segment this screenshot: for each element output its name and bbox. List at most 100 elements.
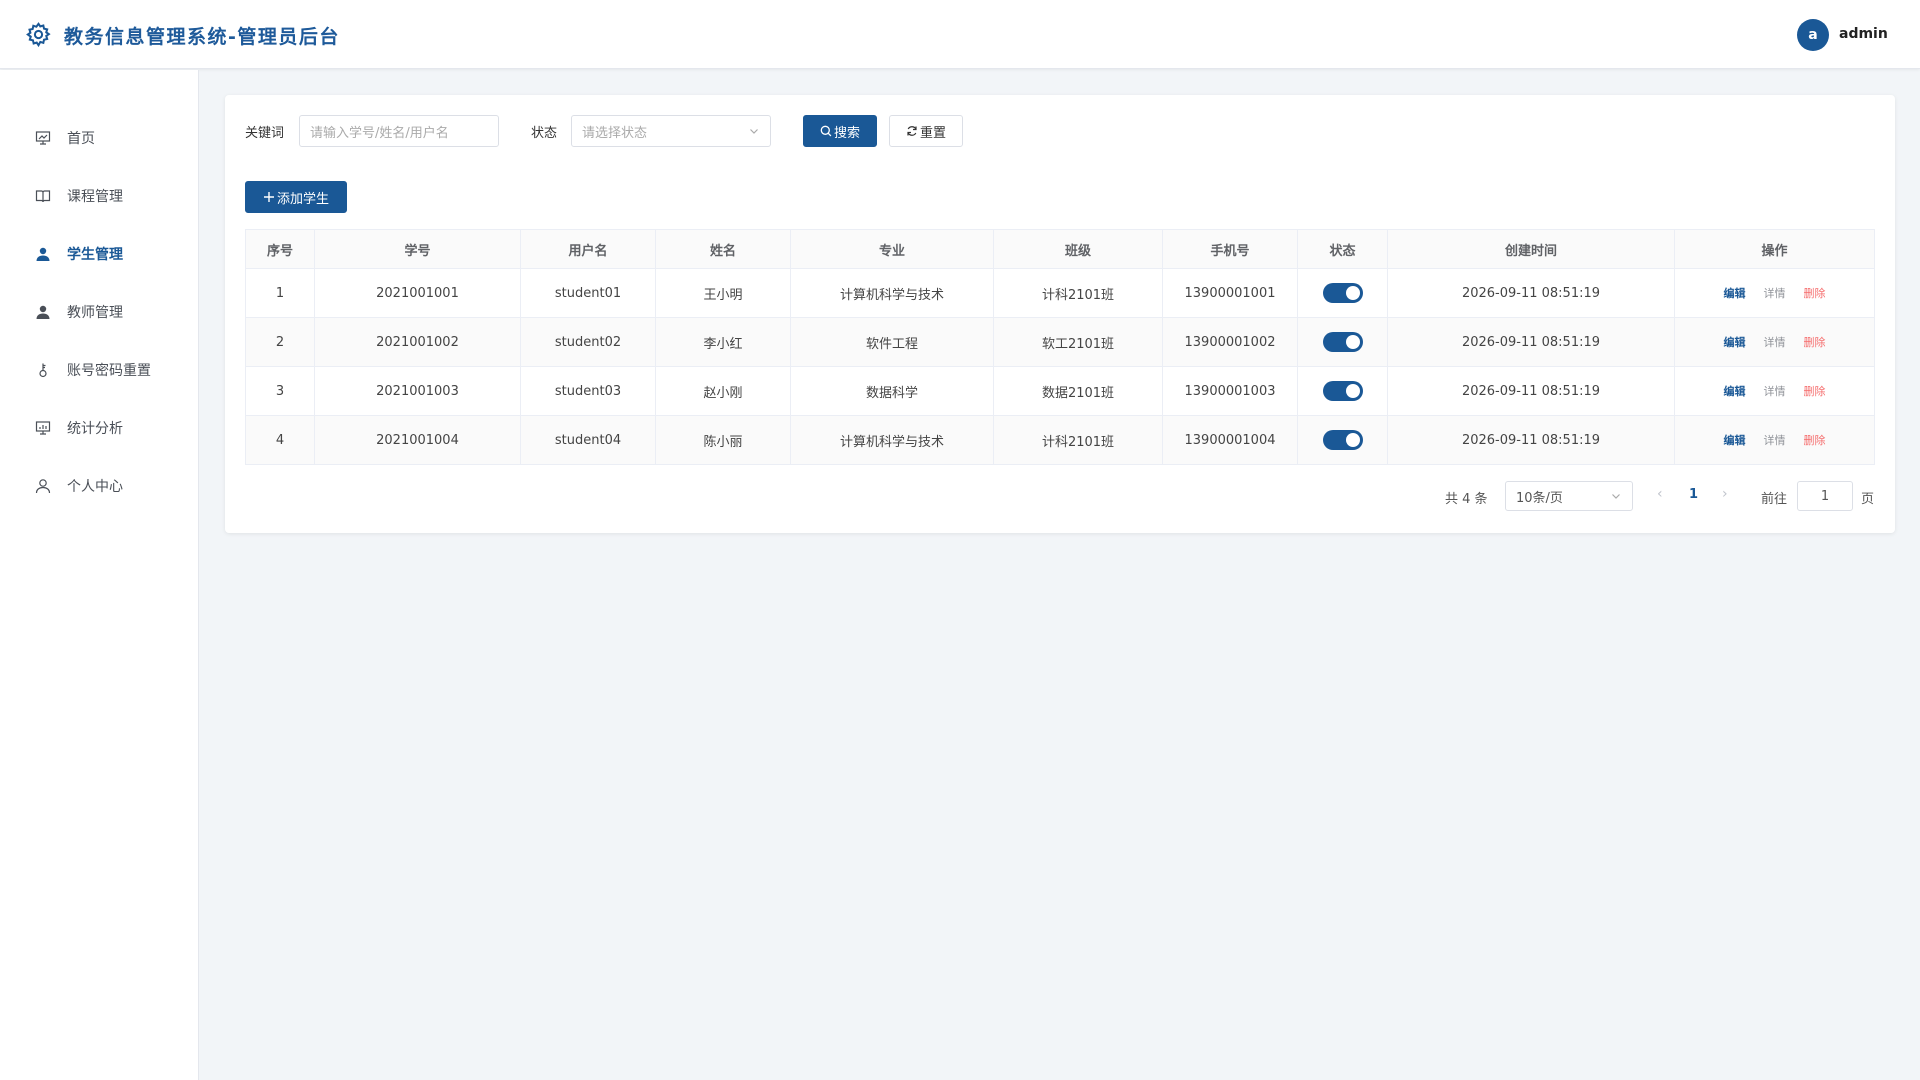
page-size-value: 10条/页 [1516, 490, 1563, 506]
sidebar-item-label: 学生管理 [67, 247, 123, 263]
search-icon [820, 125, 832, 137]
cell-class: 计科2101班 [993, 415, 1163, 465]
goto-label: 前往 [1761, 492, 1788, 507]
student-table: 序号 学号 用户名 姓名 专业 班级 手机号 状态 创建时间 操作 1 2021… [245, 229, 1875, 465]
cell-major: 数据科学 [790, 366, 994, 416]
cell-name: 李小红 [655, 317, 791, 367]
cell-index: 2 [245, 317, 315, 367]
user-icon [34, 303, 52, 321]
status-placeholder: 请选择状态 [582, 125, 648, 141]
status-toggle[interactable] [1322, 430, 1363, 450]
book-icon [34, 187, 52, 205]
sidebar-item-profile[interactable]: 个人中心 [0, 464, 199, 508]
keyword-placeholder: 请输入学号/姓名/用户名 [310, 125, 449, 141]
column-header: 学号 [314, 229, 521, 269]
cell-actions: 编辑 详情 删除 [1674, 268, 1875, 318]
chevron-down-icon [750, 129, 758, 134]
page-number-current[interactable]: 1 [1689, 487, 1698, 502]
refresh-icon [907, 126, 917, 136]
avatar[interactable]: a [1797, 19, 1829, 51]
presentation-icon [34, 129, 52, 147]
column-header: 班级 [993, 229, 1163, 269]
sidebar-item-label: 统计分析 [67, 421, 123, 437]
username[interactable]: admin [1839, 26, 1888, 42]
detail-link[interactable]: 详情 [1764, 434, 1786, 447]
sidebar-item-label: 课程管理 [67, 189, 123, 205]
cell-phone: 13900001002 [1162, 317, 1298, 367]
student-management-panel: 关键词 请输入学号/姓名/用户名 状态 请选择状态 搜索 重置 添加学生 序号 … [225, 95, 1895, 533]
status-toggle[interactable] [1322, 381, 1363, 401]
cell-major: 计算机科学与技术 [790, 415, 994, 465]
cell-major: 软件工程 [790, 317, 994, 367]
cell-actions: 编辑 详情 删除 [1674, 366, 1875, 416]
cell-phone: 13900001001 [1162, 268, 1298, 318]
next-page-icon[interactable]: › [1722, 486, 1728, 502]
cell-student-no: 2021001002 [314, 317, 521, 367]
cell-created: 2026-09-11 08:51:19 [1387, 317, 1675, 367]
key-icon [34, 361, 52, 379]
cell-created: 2026-09-11 08:51:19 [1387, 415, 1675, 465]
top-header: 教务信息管理系统-管理员后台 a admin [0, 0, 1920, 69]
add-student-label: 添加学生 [276, 191, 329, 207]
cell-class: 软工2101班 [993, 317, 1163, 367]
add-student-button[interactable]: 添加学生 [245, 181, 347, 213]
cell-status [1297, 268, 1388, 318]
cell-created: 2026-09-11 08:51:19 [1387, 268, 1675, 318]
cell-index: 1 [245, 268, 315, 318]
column-header: 创建时间 [1387, 229, 1675, 269]
edit-link[interactable]: 编辑 [1724, 434, 1746, 447]
app-title: 教务信息管理系统-管理员后台 [64, 26, 340, 48]
cell-student-no: 2021001004 [314, 415, 521, 465]
column-header: 序号 [245, 229, 315, 269]
sidebar-item-label: 首页 [67, 131, 95, 147]
delete-link[interactable]: 删除 [1804, 434, 1826, 447]
sidebar-item-statistics[interactable]: 统计分析 [0, 406, 199, 450]
detail-link[interactable]: 详情 [1764, 385, 1786, 398]
reset-button-label: 重置 [919, 125, 946, 141]
cell-name: 赵小刚 [655, 366, 791, 416]
edit-link[interactable]: 编辑 [1724, 336, 1746, 349]
delete-link[interactable]: 删除 [1804, 385, 1826, 398]
cell-status [1297, 415, 1388, 465]
detail-link[interactable]: 详情 [1764, 336, 1786, 349]
cell-username: student02 [520, 317, 656, 367]
edit-link[interactable]: 编辑 [1724, 287, 1746, 300]
column-header: 专业 [790, 229, 994, 269]
column-header: 姓名 [655, 229, 791, 269]
cell-phone: 13900001004 [1162, 415, 1298, 465]
page-size-select[interactable]: 10条/页 [1505, 481, 1633, 511]
goto-page-input[interactable]: 1 [1797, 481, 1853, 511]
reset-button[interactable]: 重置 [889, 115, 963, 147]
prev-page-icon[interactable]: ‹ [1657, 486, 1663, 502]
sidebar-item-password-reset[interactable]: 账号密码重置 [0, 348, 199, 392]
edit-link[interactable]: 编辑 [1724, 385, 1746, 398]
cell-actions: 编辑 详情 删除 [1674, 415, 1875, 465]
delete-link[interactable]: 删除 [1804, 336, 1826, 349]
detail-link[interactable]: 详情 [1764, 287, 1786, 300]
cell-status [1297, 317, 1388, 367]
gear-icon [26, 22, 51, 48]
sidebar-item-label: 个人中心 [67, 479, 123, 495]
status-select[interactable]: 请选择状态 [571, 115, 771, 147]
cell-name: 陈小丽 [655, 415, 791, 465]
chevron-down-icon [1612, 494, 1620, 499]
cell-username: student01 [520, 268, 656, 318]
status-toggle[interactable] [1322, 283, 1363, 303]
table-row: 2 2021001002 student02 李小红 软件工程 软工2101班 … [245, 317, 1875, 367]
sidebar-item-students[interactable]: 学生管理 [0, 232, 199, 276]
chart-board-icon [34, 419, 52, 437]
cell-status [1297, 366, 1388, 416]
search-button[interactable]: 搜索 [803, 115, 877, 147]
sidebar-item-teachers[interactable]: 教师管理 [0, 290, 199, 334]
delete-link[interactable]: 删除 [1804, 287, 1826, 300]
page-unit-label: 页 [1861, 492, 1875, 507]
cell-username: student04 [520, 415, 656, 465]
cell-student-no: 2021001003 [314, 366, 521, 416]
status-toggle[interactable] [1322, 332, 1363, 352]
cell-name: 王小明 [655, 268, 791, 318]
column-header: 手机号 [1162, 229, 1298, 269]
keyword-input[interactable]: 请输入学号/姓名/用户名 [299, 115, 499, 147]
sidebar-item-home[interactable]: 首页 [0, 116, 199, 160]
cell-student-no: 2021001001 [314, 268, 521, 318]
sidebar-item-courses[interactable]: 课程管理 [0, 174, 199, 218]
